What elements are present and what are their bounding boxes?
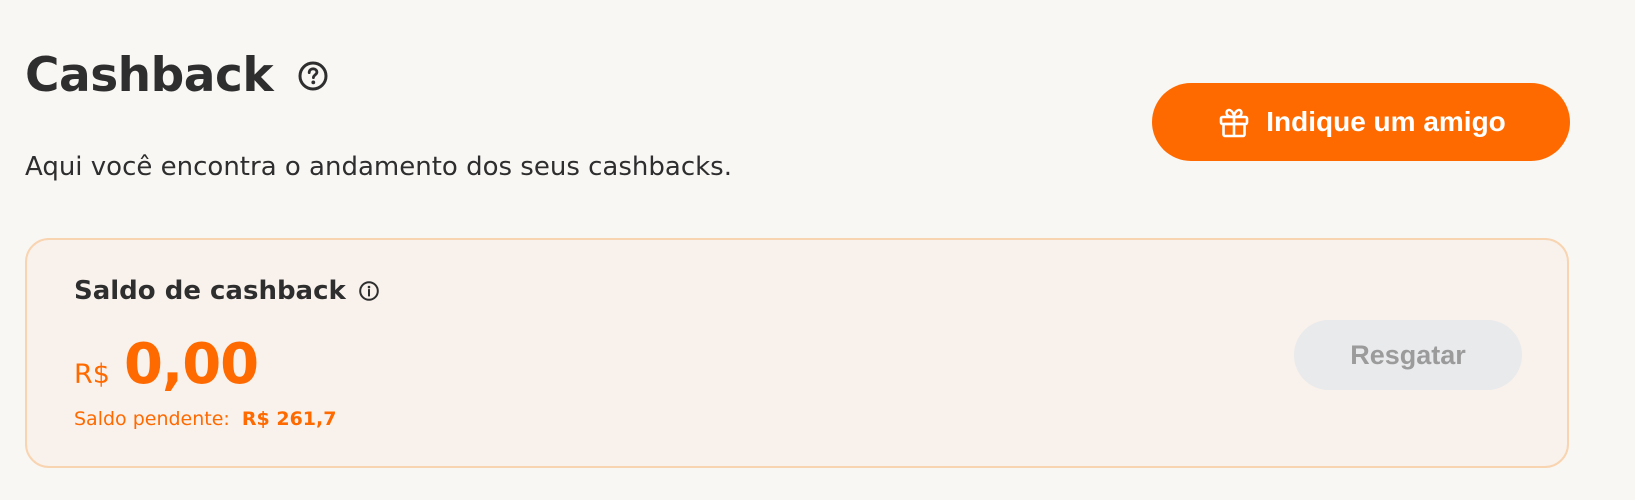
pending-balance-value: R$ 261,7 — [241, 408, 337, 430]
page-title: Cashback — [25, 48, 274, 103]
title-row: Cashback — [25, 52, 329, 99]
pending-balance-label: Saldo pendente: — [74, 408, 230, 430]
question-circle-icon[interactable] — [297, 60, 329, 92]
cashback-page: Cashback Aqui você encontra o andamento … — [0, 0, 1635, 500]
currency-symbol: R$ — [74, 359, 110, 390]
info-circle-icon[interactable] — [358, 280, 380, 302]
balance-amount-row: R$ 0,00 — [74, 332, 259, 397]
page-subtitle: Aqui você encontra o andamento dos seus … — [25, 152, 732, 182]
card-title: Saldo de cashback — [74, 276, 346, 306]
cashback-balance-card: Saldo de cashback R$ 0,00 Saldo pendente… — [25, 238, 1569, 468]
redeem-button[interactable]: Resgatar — [1294, 320, 1522, 390]
card-title-row: Saldo de cashback — [74, 276, 380, 306]
pending-balance: Saldo pendente: R$ 261,7 — [74, 408, 336, 430]
balance-amount: 0,00 — [123, 332, 259, 397]
gift-icon — [1216, 104, 1252, 140]
redeem-label: Resgatar — [1350, 339, 1466, 370]
refer-friend-label: Indique um amigo — [1266, 106, 1506, 137]
refer-friend-button[interactable]: Indique um amigo — [1152, 83, 1570, 161]
